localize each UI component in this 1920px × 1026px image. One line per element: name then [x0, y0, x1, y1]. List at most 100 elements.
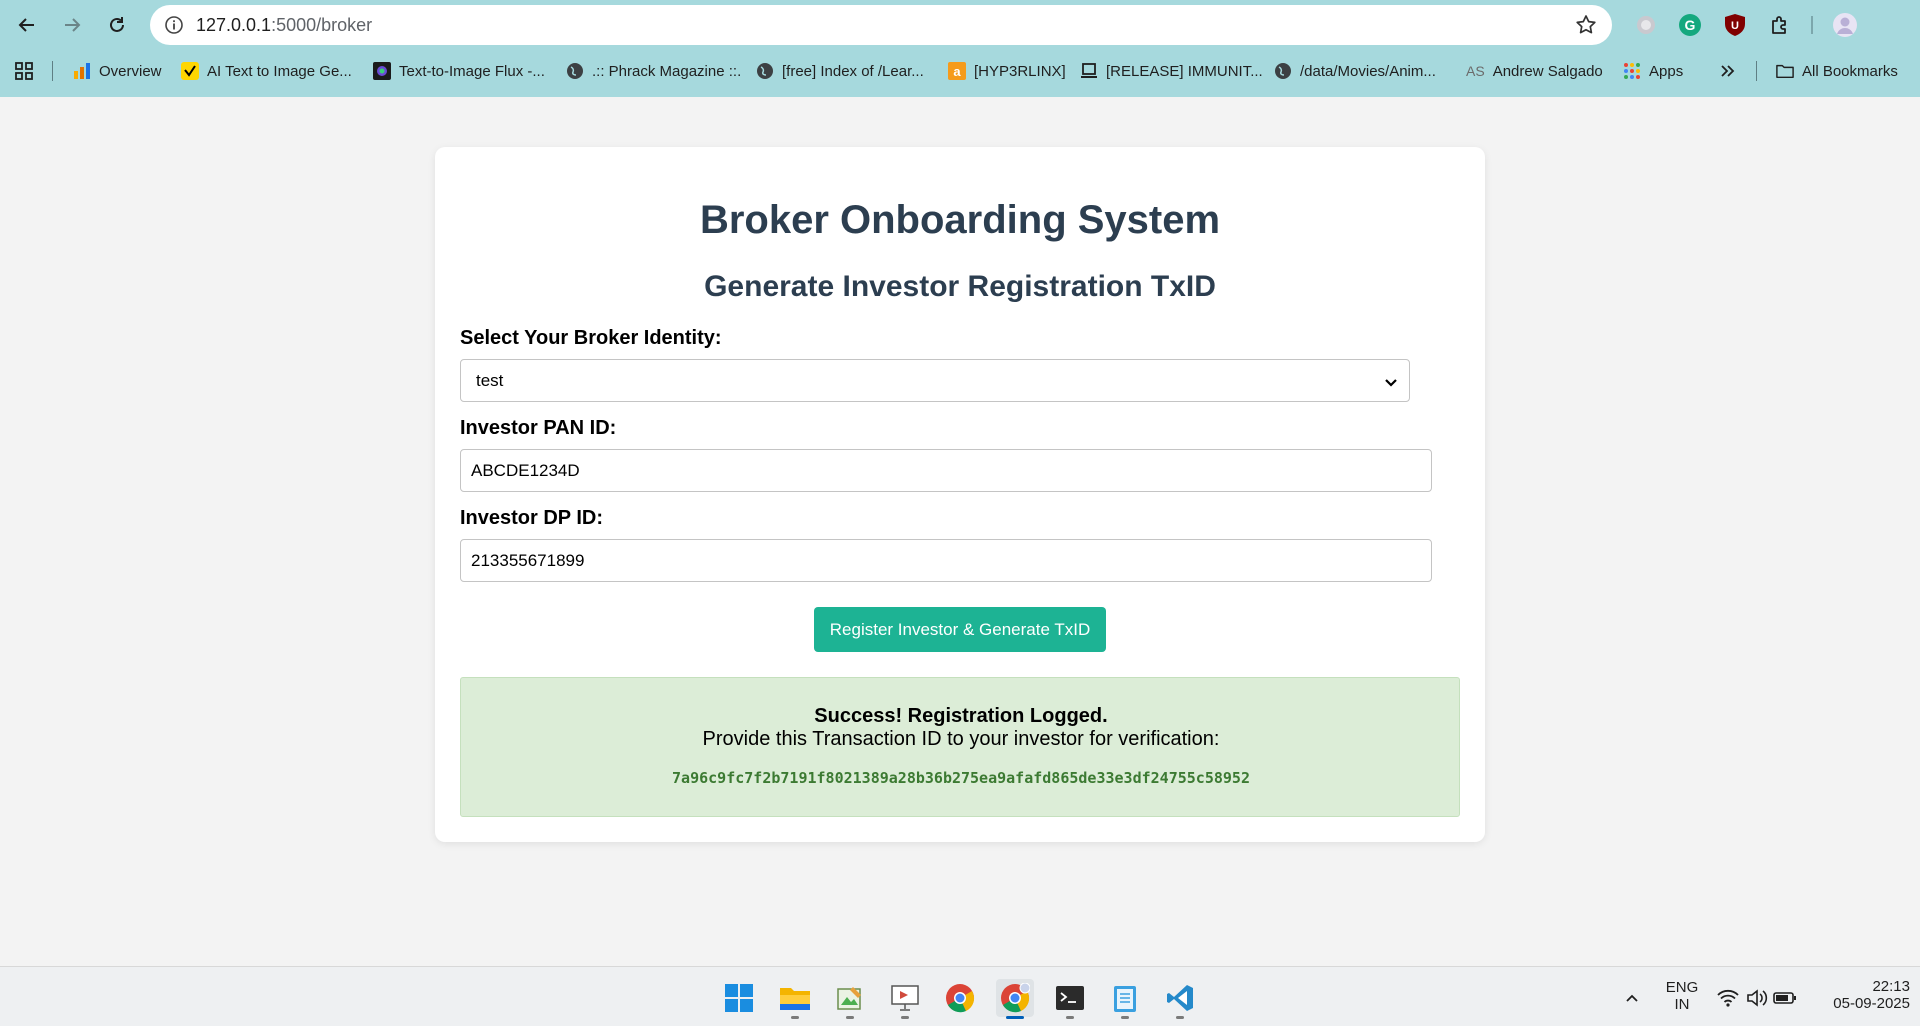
- running-indicator: [1066, 1016, 1074, 1019]
- folder-icon: [1776, 62, 1794, 80]
- url-text[interactable]: 127.0.0.1:5000/broker: [196, 15, 372, 36]
- onboarding-card: Broker Onboarding System Generate Invest…: [435, 147, 1485, 842]
- file-explorer-icon[interactable]: [776, 979, 814, 1017]
- site-info-icon[interactable]: [160, 11, 188, 39]
- address-bar[interactable]: 127.0.0.1:5000/broker: [150, 5, 1612, 45]
- grid-icon: [15, 62, 33, 80]
- chevron-up-icon[interactable]: [1613, 979, 1651, 1017]
- svg-text:G: G: [1685, 17, 1696, 33]
- pan-id-input[interactable]: ABCDE1234D: [460, 449, 1432, 492]
- bookmark-star-icon[interactable]: [1574, 13, 1598, 37]
- success-title: Success! Registration Logged.: [814, 705, 1108, 727]
- all-bookmarks-folder[interactable]: All Bookmarks: [1776, 58, 1898, 84]
- start-windows-icon[interactable]: [720, 979, 758, 1017]
- page-title: Broker Onboarding System: [699, 198, 1221, 242]
- bookmarks-divider: [1756, 61, 1757, 81]
- dp-id-value: 213355671899: [471, 551, 585, 570]
- running-indicator: [791, 1016, 799, 1019]
- active-indicator: [1006, 1016, 1024, 1019]
- running-indicator: [846, 1016, 854, 1019]
- globe-icon: [756, 62, 774, 80]
- reload-button[interactable]: [100, 8, 134, 42]
- reload-icon: [110, 17, 124, 32]
- vscode-icon[interactable]: [1161, 979, 1199, 1017]
- chrome-profile-icon[interactable]: [996, 979, 1034, 1017]
- running-indicator: [1176, 1016, 1184, 1019]
- profile-avatar-icon[interactable]: [1832, 12, 1858, 38]
- bookmark-label: [free] Index of /Lear...: [782, 62, 924, 80]
- dp-id-label: Investor DP ID:: [460, 507, 603, 529]
- bookmark-label: Apps: [1649, 62, 1684, 80]
- bookmarks-divider: [52, 61, 53, 81]
- pan-id-label: Investor PAN ID:: [460, 417, 617, 439]
- bookmark-overview[interactable]: Overview: [73, 58, 162, 84]
- orange-a-icon: a: [948, 62, 966, 80]
- url-path: :5000/broker: [271, 15, 373, 35]
- laptop-icon: [1080, 62, 1098, 80]
- bookmark-ai-text-to-image[interactable]: AI Text to Image Ge...: [181, 58, 352, 84]
- bookmark-label: .:: Phrack Magazine ::.: [592, 62, 742, 80]
- extensions-puzzle-icon[interactable]: [1767, 12, 1793, 38]
- transaction-id: 7a96c9fc7f2b7191f8021389a28b36b275ea9afa…: [672, 769, 1250, 787]
- running-indicator: [1121, 1016, 1129, 1019]
- browser-toolbar: 127.0.0.1:5000/broker G U: [0, 0, 1920, 50]
- yellow-check-icon: [181, 62, 199, 80]
- bookmark-label: [HYP3RLINX]: [974, 62, 1066, 80]
- grammarly-icon[interactable]: G: [1677, 12, 1703, 38]
- extension-gray-icon[interactable]: [1633, 12, 1659, 38]
- bookmark-label: Andrew Salgado: [1492, 62, 1603, 80]
- running-indicator: [901, 1016, 909, 1019]
- bookmark-text-to-image-flux[interactable]: Text-to-Image Flux -...: [373, 58, 545, 84]
- arrow-left-icon: [18, 18, 34, 32]
- paint-app-icon[interactable]: [831, 979, 869, 1017]
- svg-text:U: U: [1731, 20, 1739, 32]
- forward-button[interactable]: [55, 8, 89, 42]
- register-investor-button[interactable]: Register Investor & Generate TxID: [814, 607, 1106, 652]
- apps-dots-icon: [1623, 62, 1641, 80]
- region-code: IN: [1674, 996, 1690, 1013]
- flux-icon: [373, 62, 391, 80]
- toolbar-divider: [1811, 16, 1813, 34]
- bookmark-data-movies[interactable]: /data/Movies/Anim...: [1274, 58, 1436, 84]
- bookmark-hyp3rlinx[interactable]: a [HYP3RLINX]: [948, 58, 1066, 84]
- clock[interactable]: 22:13 05-09-2025: [1810, 978, 1910, 1012]
- windows-taskbar: ENG IN 22:13 05-09-2025: [0, 966, 1920, 1026]
- back-button[interactable]: [10, 8, 44, 42]
- dp-id-input[interactable]: 213355671899: [460, 539, 1432, 582]
- language-indicator[interactable]: ENG IN: [1658, 979, 1706, 1013]
- as-monogram-icon: AS: [1466, 63, 1485, 79]
- ublock-icon[interactable]: U: [1722, 12, 1748, 38]
- chevron-down-icon: [1381, 372, 1401, 392]
- apps-grid-button[interactable]: [14, 58, 34, 84]
- bookmark-label: All Bookmarks: [1802, 62, 1898, 80]
- clock-time: 22:13: [1872, 978, 1910, 995]
- bookmark-phrack[interactable]: .:: Phrack Magazine ::.: [566, 58, 741, 84]
- terminal-icon[interactable]: [1051, 979, 1089, 1017]
- success-alert: Success! Registration Logged. Provide th…: [460, 677, 1460, 817]
- presentation-app-icon[interactable]: [886, 979, 924, 1017]
- bookmark-label: [RELEASE] IMMUNIT...: [1106, 62, 1263, 80]
- bookmark-apps[interactable]: Apps: [1623, 58, 1683, 84]
- svg-text:a: a: [953, 64, 961, 79]
- bookmark-andrew-salgado[interactable]: AS Andrew Salgado: [1466, 58, 1603, 84]
- bookmark-label: Text-to-Image Flux -...: [399, 62, 545, 80]
- page-subtitle: Generate Investor Registration TxID: [704, 270, 1216, 303]
- more-bookmarks-chevron-icon[interactable]: [1718, 58, 1736, 84]
- language-code: ENG: [1665, 979, 1699, 996]
- success-message: Provide this Transaction ID to your inve…: [702, 728, 1220, 750]
- pan-id-value: ABCDE1234D: [471, 461, 580, 480]
- arrow-right-icon: [65, 18, 81, 32]
- notepad-icon[interactable]: [1106, 979, 1144, 1017]
- bookmark-release-immunit[interactable]: [RELEASE] IMMUNIT...: [1080, 58, 1263, 84]
- broker-identity-label: Select Your Broker Identity:: [460, 327, 722, 349]
- broker-identity-select[interactable]: test: [460, 359, 1410, 402]
- clock-date: 05-09-2025: [1833, 995, 1910, 1012]
- bookmark-label: AI Text to Image Ge...: [207, 62, 352, 80]
- bookmark-free-index[interactable]: [free] Index of /Lear...: [756, 58, 924, 84]
- analytics-icon: [73, 62, 91, 80]
- battery-icon[interactable]: [1766, 979, 1804, 1017]
- globe-icon: [566, 62, 584, 80]
- chrome-icon[interactable]: [941, 979, 979, 1017]
- globe-icon: [1274, 62, 1292, 80]
- browser-chrome: 127.0.0.1:5000/broker G U Overview AI Te…: [0, 0, 1920, 97]
